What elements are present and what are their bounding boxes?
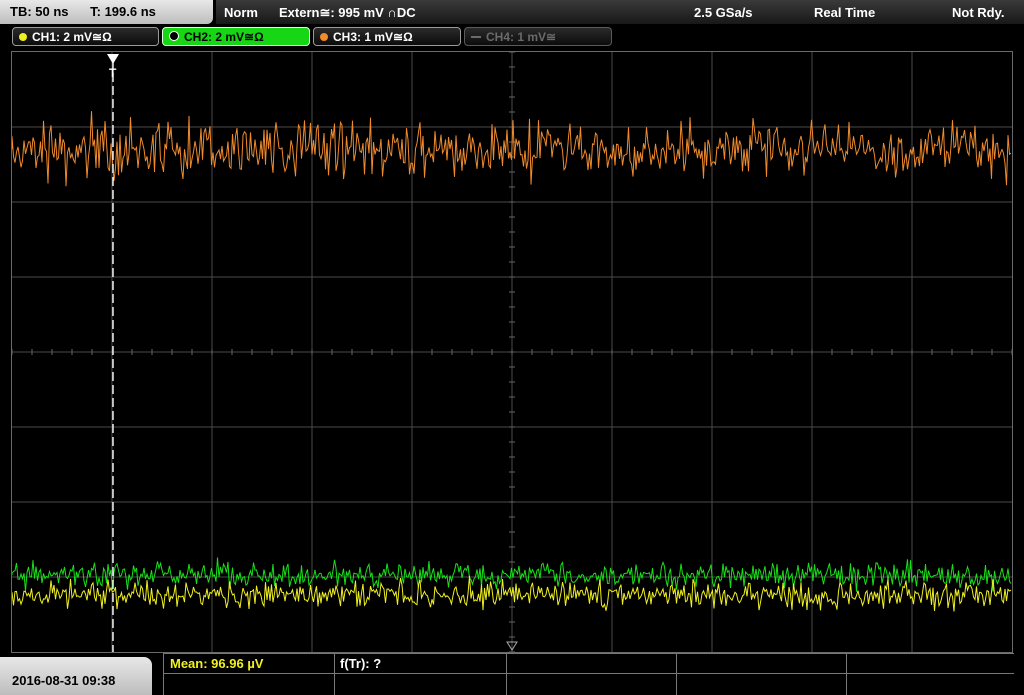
channel-3-label: CH3: 1 mV≅Ω [333,30,413,44]
waveform-canvas: T [11,51,1013,653]
channel-3-button[interactable]: CH3: 1 mV≅Ω [313,27,461,46]
channel-2-button[interactable]: CH2: 2 mV≅Ω [162,27,310,46]
trigger-mode-label[interactable]: Norm [224,5,258,20]
timebase-label: TB: 50 ns [10,4,69,19]
channel-bar: CH1: 2 mV≅Ω CH2: 2 mV≅Ω CH3: 1 mV≅Ω CH4:… [0,26,1024,48]
trigger-time-label: T: 199.6 ns [90,4,156,19]
timebase-panel[interactable]: TB: 50 ns T: 199.6 ns [0,0,213,24]
channel-2-label: CH2: 2 mV≅Ω [184,30,264,44]
mean-measurement[interactable]: Mean: 96.96 µV [170,656,263,671]
measurement-panel[interactable]: Mean: 96.96 µV f(Tr): ? [163,653,1014,695]
measurement-divider [846,653,847,695]
trigger-source-label[interactable]: Extern≅: 995 mV ∩DC [279,5,416,21]
waveform-display[interactable]: T [11,51,1013,653]
datetime-label: 2016-08-31 09:38 [12,673,116,688]
trigger-status-bar[interactable]: Norm Extern≅: 995 mV ∩DC 2.5 GSa/s Real … [216,0,1024,24]
channel-4-button[interactable]: CH4: 1 mV≅ [464,27,612,46]
acquisition-mode-label: Real Time [814,5,876,20]
channel-3-indicator [320,33,328,41]
frequency-measurement[interactable]: f(Tr): ? [340,656,381,671]
measurement-divider [334,653,335,695]
sample-rate-label: 2.5 GSa/s [694,5,753,20]
channel-1-button[interactable]: CH1: 2 mV≅Ω [12,27,159,46]
channel-4-indicator [471,36,481,38]
measurement-divider [164,653,1014,654]
channel-4-label: CH4: 1 mV≅ [486,30,557,44]
acquisition-status-label: Not Rdy. [952,5,1005,20]
measurement-divider [506,653,507,695]
channel-1-label: CH1: 2 mV≅Ω [32,30,112,44]
channel-2-indicator [169,31,179,41]
datetime-panel: 2016-08-31 09:38 [0,657,152,695]
measurement-divider [164,673,1014,674]
measurement-divider [676,653,677,695]
trigger-marker-label: T [109,66,117,80]
channel-1-indicator [19,33,27,41]
